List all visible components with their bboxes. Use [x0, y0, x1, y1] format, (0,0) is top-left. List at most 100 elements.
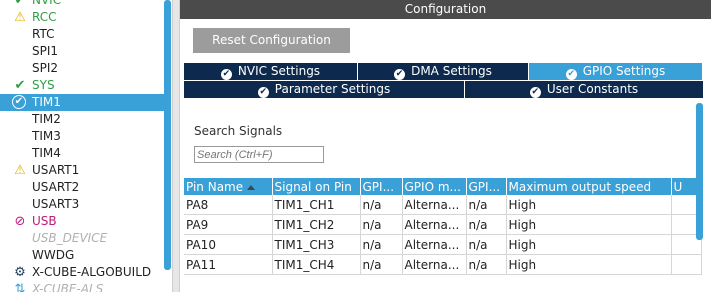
sort-ascending-icon: [247, 184, 256, 190]
tree-item-usart3[interactable]: USART3: [0, 196, 164, 213]
tree-item-label: TIM4: [32, 146, 61, 160]
table-cell: Alterna...: [402, 214, 467, 235]
tab-user-constants[interactable]: ✔ User Constants: [465, 81, 704, 98]
column-header[interactable]: GPI...: [360, 178, 403, 195]
column-header[interactable]: GPI...: [466, 178, 507, 195]
table-cell: PA9: [184, 214, 273, 235]
tree-item-label: USB: [32, 214, 57, 228]
table-cell: n/a: [466, 234, 507, 255]
table-cell: PA8: [184, 195, 273, 215]
table-row[interactable]: PA10 TIM1_CH3 n/a Alterna... n/a High: [184, 234, 702, 255]
column-header[interactable]: Pin Name: [184, 178, 273, 195]
column-header-label: Maximum output speed: [508, 179, 652, 194]
tab-label: Parameter Settings: [274, 82, 391, 96]
tab-label: NVIC Settings: [237, 64, 321, 78]
tree-scrollbar[interactable]: [164, 0, 171, 270]
table-cell: n/a: [360, 254, 403, 275]
table-row[interactable]: PA11 TIM1_CH4 n/a Alterna... n/a High: [184, 254, 702, 275]
table-cell: n/a: [360, 234, 403, 255]
tree-item-tim1[interactable]: ✔ TIM1: [0, 94, 164, 111]
config-scrollbar[interactable]: [696, 103, 703, 240]
search-signals-input[interactable]: [194, 146, 324, 163]
table-row[interactable]: PA8 TIM1_CH1 n/a Alterna... n/a High: [184, 195, 702, 215]
tree-item-tim4[interactable]: TIM4: [0, 145, 164, 162]
table-cell: Alterna...: [402, 195, 467, 215]
tree-item-label: RTC: [32, 27, 55, 41]
table-cell: Alterna...: [402, 254, 467, 275]
column-header[interactable]: Maximum output speed: [506, 178, 672, 195]
tree-item-spi1[interactable]: SPI1: [0, 43, 164, 60]
pane-splitter[interactable]: [172, 0, 180, 292]
table-cell: n/a: [360, 195, 403, 215]
check-icon: ✔: [14, 78, 26, 93]
tab-label: GPIO Settings: [582, 64, 666, 78]
gear-icon: ⚙: [14, 265, 26, 280]
column-header-label: U: [673, 179, 683, 194]
tree-item-label: NVIC: [32, 0, 62, 7]
column-header-label: Pin Name: [186, 179, 244, 194]
tab-parameter-settings[interactable]: ✔ Parameter Settings: [184, 81, 465, 98]
column-header-label: GPI...: [362, 179, 395, 194]
ban-icon: ⊘: [14, 214, 26, 229]
tree-item-x-cube-als[interactable]: ⇅ X-CUBE-ALS: [0, 281, 164, 292]
table-cell: [671, 254, 702, 275]
tree-item-rcc[interactable]: ⚠ RCC: [0, 9, 164, 26]
check-circle-icon: ✔: [257, 87, 269, 98]
tree-item-wwdg[interactable]: WWDG: [0, 247, 164, 264]
link-icon: ⇅: [14, 282, 26, 292]
check-circle-icon: ✔: [12, 95, 26, 109]
configuration-header: Configuration: [180, 0, 711, 19]
tab-nvic-settings[interactable]: ✔ NVIC Settings: [184, 63, 358, 80]
tree-item-tim3[interactable]: TIM3: [0, 128, 164, 145]
column-header[interactable]: Signal on Pin: [272, 178, 361, 195]
tree-item-nvic[interactable]: ✔ NVIC: [0, 0, 164, 9]
reset-configuration-button[interactable]: Reset Configuration: [193, 28, 350, 53]
tree-item-label: X-CUBE-ALS: [32, 282, 104, 292]
tree-item-label: TIM1: [32, 95, 61, 109]
tree-item-tim2[interactable]: TIM2: [0, 111, 164, 128]
table-cell: TIM1_CH1: [272, 195, 361, 215]
tree-item-sys[interactable]: ✔ SYS: [0, 77, 164, 94]
table-cell: n/a: [466, 254, 507, 275]
tree-item-label: SPI2: [32, 61, 59, 75]
tab-gpio-settings[interactable]: ✔ GPIO Settings: [529, 63, 703, 80]
gpio-pin-table: Pin Name Signal on Pin GPI... GPIO m... GPI.…: [184, 178, 702, 275]
tree-item-usb-device[interactable]: USB_DEVICE: [0, 230, 164, 247]
tree-item-label: WWDG: [32, 248, 75, 262]
table-row[interactable]: PA9 TIM1_CH2 n/a Alterna... n/a High: [184, 214, 702, 235]
table-cell: n/a: [360, 214, 403, 235]
table-cell: PA11: [184, 254, 273, 275]
check-circle-icon: ✔: [220, 69, 232, 80]
tree-item-usart2[interactable]: USART2: [0, 179, 164, 196]
tree-item-label: USART2: [32, 180, 80, 194]
tree-item-label: SPI1: [32, 44, 59, 58]
tab-dma-settings[interactable]: ✔ DMA Settings: [358, 63, 529, 80]
tree-item-usb[interactable]: ⊘ USB: [0, 213, 164, 230]
tab-label: User Constants: [546, 82, 639, 96]
table-cell: TIM1_CH3: [272, 234, 361, 255]
tab-label: DMA Settings: [411, 64, 492, 78]
warning-icon: ⚠: [14, 10, 26, 25]
column-header-label: Signal on Pin: [274, 179, 352, 194]
column-header-label: GPIO m...: [404, 179, 461, 194]
tree-item-x-cube-algobuild[interactable]: ⚙ X-CUBE-ALGOBUILD: [0, 264, 164, 281]
tree-item-usart1[interactable]: ⚠ USART1: [0, 162, 164, 179]
tree-item-label: USART3: [32, 197, 80, 211]
tree-item-label: X-CUBE-ALGOBUILD: [32, 265, 152, 279]
table-cell: n/a: [466, 214, 507, 235]
table-cell: High: [506, 254, 672, 275]
search-signals-label: Search Signals: [194, 124, 283, 138]
table-cell: High: [506, 195, 672, 215]
peripheral-tree: ✔ NVIC ⚠ RCC RTC SPI1 SPI2 ✔ SYS ✔ TIM1 TIM2 TIM3 TIM…: [0, 0, 171, 292]
tree-item-label: USB_DEVICE: [32, 231, 108, 245]
column-header[interactable]: GPIO m...: [402, 178, 467, 195]
tree-item-rtc[interactable]: RTC: [0, 26, 164, 43]
table-cell: Alterna...: [402, 234, 467, 255]
tree-item-label: TIM2: [32, 112, 61, 126]
warning-icon: ⚠: [14, 163, 26, 178]
table-cell: TIM1_CH2: [272, 214, 361, 235]
check-circle-icon: ✔: [565, 69, 577, 80]
tree-item-label: RCC: [32, 10, 57, 24]
tree-item-spi2[interactable]: SPI2: [0, 60, 164, 77]
tree-item-label: USART1: [32, 163, 80, 177]
